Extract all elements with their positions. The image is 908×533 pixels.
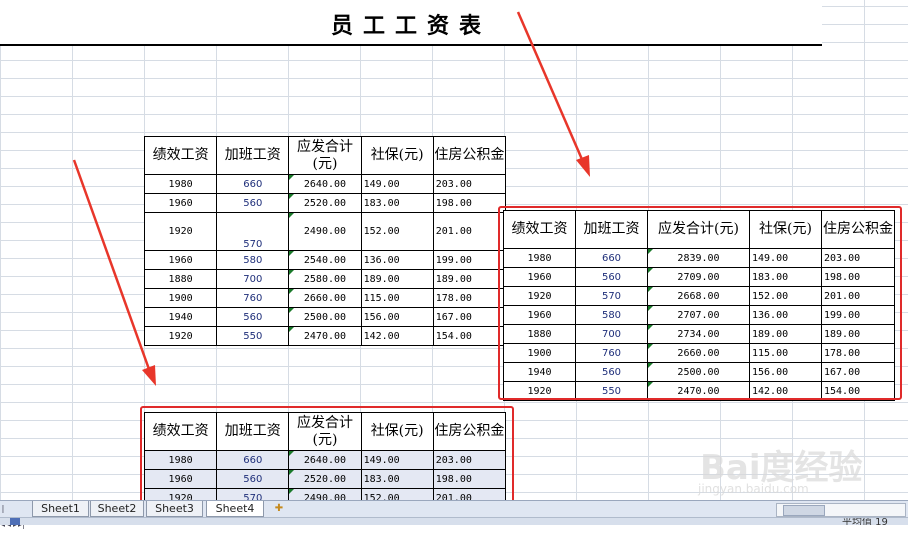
- column-header[interactable]: 应发合计(元): [288, 412, 362, 451]
- sheet-tab-bar: |◂◂▸▸| Sheet1 Sheet2 Sheet3 Sheet4 ✚: [0, 500, 908, 529]
- table-cell[interactable]: 1980: [143, 450, 218, 470]
- table-row: 1980 660 2640.00 149.00 203.00: [143, 450, 507, 470]
- horizontal-scrollbar[interactable]: [776, 503, 906, 517]
- table-cell[interactable]: 201.00: [432, 488, 507, 500]
- table-cell[interactable]: 2640.00: [288, 450, 362, 470]
- tab-sheet4[interactable]: Sheet4: [206, 501, 264, 517]
- column-header[interactable]: 住房公积金: [432, 412, 507, 451]
- watermark-url: jingyan.baidu.com: [698, 482, 809, 496]
- table-cell[interactable]: 152.00: [360, 488, 434, 500]
- table-header-row: 绩效工资 加班工资 应发合计(元) 社保(元) 住房公积金: [143, 412, 507, 451]
- table-cell[interactable]: 183.00: [360, 469, 434, 489]
- tab-sheet2[interactable]: Sheet2: [90, 501, 144, 517]
- table-row: 1960 560 2520.00 183.00 198.00: [143, 469, 507, 489]
- salary-table-formatted[interactable]: 绩效工资 加班工资 应发合计(元) 社保(元) 住房公积金 1980 660 2640.00…: [143, 412, 507, 500]
- table-cell[interactable]: 198.00: [432, 469, 507, 489]
- table-cell[interactable]: 1920: [143, 488, 218, 500]
- scrollbar-thumb[interactable]: [783, 505, 825, 516]
- table-cell[interactable]: 660: [216, 450, 290, 470]
- table-clip: 绩效工资 加班工资 应发合计(元) 社保(元) 住房公积金 1980 660 2640.00…: [0, 0, 908, 500]
- table-cell[interactable]: 2520.00: [288, 469, 362, 489]
- spreadsheet-grid[interactable]: 员工工资表 绩效工资 加班工资 应发合计(元) 社保(元) 住房公积金 1980 660 2…: [0, 0, 908, 516]
- insert-sheet-icon[interactable]: ✚: [268, 501, 290, 516]
- column-header[interactable]: 绩效工资: [143, 412, 218, 451]
- table-cell[interactable]: 149.00: [360, 450, 434, 470]
- tab-nav-buttons[interactable]: |◂◂▸▸|: [0, 501, 30, 529]
- table-cell[interactable]: 560: [216, 469, 290, 489]
- table-row: 1920 570 2490.00 152.00 201.00: [143, 488, 507, 500]
- table-cell[interactable]: 1960: [143, 469, 218, 489]
- table-cell[interactable]: 203.00: [432, 450, 507, 470]
- column-header[interactable]: 加班工资: [216, 412, 290, 451]
- column-header[interactable]: 社保(元): [360, 412, 434, 451]
- tab-sheet1[interactable]: Sheet1: [32, 501, 89, 517]
- table-cell[interactable]: 570: [216, 488, 290, 500]
- tab-sheet3[interactable]: Sheet3: [146, 501, 203, 517]
- table-cell[interactable]: 2490.00: [288, 488, 362, 500]
